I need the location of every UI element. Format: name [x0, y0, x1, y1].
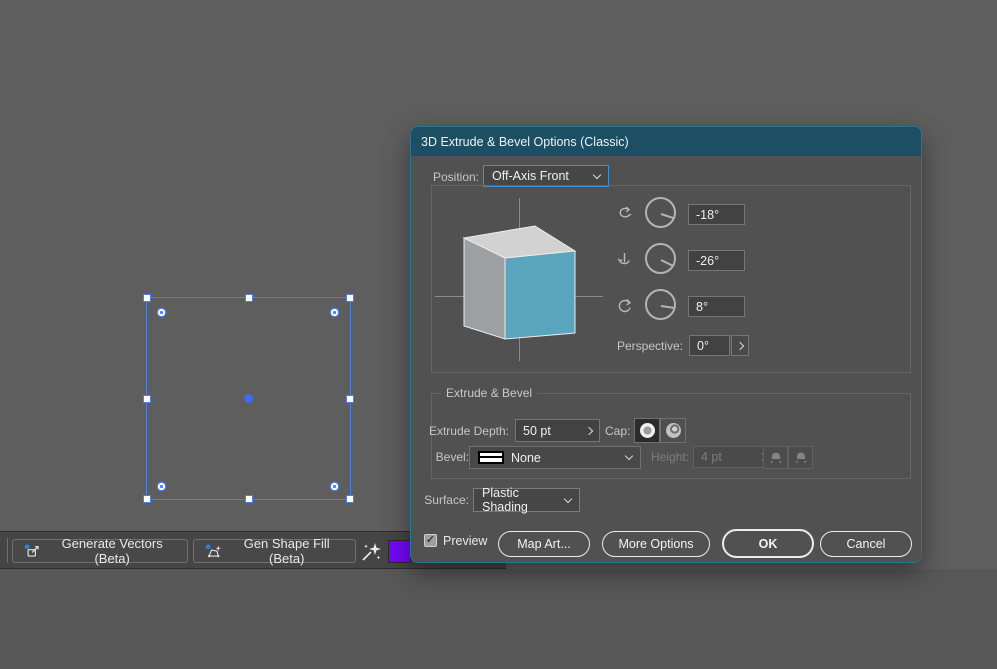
bevel-extent-out-icon: [770, 452, 781, 463]
chevron-down-icon: [624, 451, 634, 461]
rotate-x-input[interactable]: -18°: [688, 204, 745, 225]
preview-checkbox[interactable]: ✓: [424, 534, 437, 547]
perspective-label: Perspective:: [616, 339, 683, 353]
resize-handle-n[interactable]: [244, 294, 253, 302]
chevron-right-icon: [735, 341, 745, 350]
generative-wand-icon[interactable]: [360, 541, 384, 562]
rotate-z-needle: [660, 304, 675, 309]
corner-radius-widget-sw[interactable]: [156, 481, 167, 492]
bevel-extent-out-button-disabled: [763, 446, 788, 469]
resize-handle-e[interactable]: [346, 394, 354, 403]
extrude-bevel-dialog: 3D Extrude & Bevel Options (Classic) Pos…: [410, 126, 922, 563]
bevel-none-swatch: [478, 451, 504, 464]
gen-shape-fill-label: Gen Shape Fill (Beta): [243, 536, 330, 566]
selection-center-point[interactable]: [243, 393, 253, 403]
resize-handle-ne[interactable]: [346, 294, 354, 302]
chevron-down-icon: [592, 170, 602, 179]
cap-solid-icon: [639, 423, 655, 438]
position-label: Position:: [432, 170, 479, 184]
more-options-button[interactable]: More Options: [602, 531, 710, 557]
bevel-select[interactable]: None: [469, 446, 641, 469]
rotate-y-dial[interactable]: [645, 243, 676, 274]
height-label: Height:: [650, 450, 689, 464]
fill-color-swatch[interactable]: [388, 540, 411, 563]
gen-shape-fill-icon: [205, 543, 222, 557]
rotate-z-dial[interactable]: [645, 289, 676, 320]
rotate-y-icon: [617, 253, 630, 265]
rotate-z-input[interactable]: 8°: [688, 296, 745, 317]
extrude-depth-label: Extrude Depth:: [428, 424, 509, 438]
rotate-z-icon: [618, 299, 632, 313]
bevel-label: Bevel:: [435, 450, 469, 464]
surface-value: Plastic Shading: [482, 486, 528, 514]
rotate-y-needle: [660, 258, 674, 267]
ok-button[interactable]: OK: [722, 529, 814, 558]
cap-on-button[interactable]: [634, 418, 660, 443]
cap-label: Cap:: [605, 424, 631, 438]
extrude-bevel-legend: Extrude & Bevel: [441, 386, 538, 400]
track-cube[interactable]: [452, 224, 582, 342]
chevron-right-icon: [584, 426, 594, 435]
rotate-x-dial[interactable]: [645, 197, 676, 228]
resize-handle-se[interactable]: [346, 495, 354, 503]
rotate-y-value: -26°: [696, 253, 720, 268]
bevel-value: None: [511, 450, 541, 465]
perspective-value: 0°: [697, 338, 709, 353]
bevel-selected-option: None: [478, 451, 541, 465]
map-art-button[interactable]: Map Art...: [498, 531, 590, 557]
generate-vectors-label: Generate Vectors (Beta): [61, 536, 163, 566]
extrude-depth-value: 50 pt: [523, 423, 551, 438]
height-input-disabled: 4 pt: [693, 446, 773, 468]
cap-hollow-icon: [665, 423, 681, 438]
rotate-x-icon: [619, 206, 632, 218]
surface-select[interactable]: Plastic Shading: [473, 486, 580, 514]
preview-label: Preview: [443, 534, 488, 548]
resize-handle-w[interactable]: [143, 394, 151, 403]
selection-bounding-box[interactable]: [143, 294, 354, 503]
toolbar-edge-stub: [0, 538, 8, 563]
resize-handle-s[interactable]: [244, 495, 253, 503]
canvas-lower-area: [0, 569, 997, 669]
corner-radius-widget-ne[interactable]: [329, 307, 340, 318]
rotate-y-input[interactable]: -26°: [688, 250, 745, 271]
height-value: 4 pt: [701, 450, 722, 464]
bevel-extent-in-icon: [795, 452, 806, 463]
surface-label: Surface:: [424, 493, 469, 507]
dialog-title: 3D Extrude & Bevel Options (Classic): [421, 134, 629, 149]
gen-shape-fill-button[interactable]: Gen Shape Fill (Beta): [193, 536, 356, 566]
rotate-x-needle: [660, 212, 675, 219]
perspective-input[interactable]: 0°: [689, 335, 730, 356]
extrude-depth-input[interactable]: 50 pt: [515, 419, 600, 442]
application-window: Generate Vectors (Beta) Gen Shape Fill (…: [0, 0, 997, 669]
dialog-titlebar[interactable]: 3D Extrude & Bevel Options (Classic): [411, 127, 921, 156]
position-select[interactable]: Off-Axis Front: [483, 165, 609, 187]
perspective-stepper-button[interactable]: [731, 335, 749, 356]
cap-off-button[interactable]: [660, 418, 686, 443]
generate-vectors-button[interactable]: Generate Vectors (Beta): [12, 536, 188, 566]
rotate-z-value: 8°: [696, 299, 708, 314]
bevel-extent-in-button-disabled: [788, 446, 813, 469]
cube-front-face: [504, 250, 576, 340]
chevron-down-icon: [563, 494, 573, 503]
generate-vectors-icon: [24, 543, 39, 557]
position-value: Off-Axis Front: [492, 169, 569, 183]
resize-handle-nw[interactable]: [143, 294, 151, 302]
corner-radius-widget-se[interactable]: [329, 481, 340, 492]
resize-handle-sw[interactable]: [143, 495, 151, 503]
corner-radius-widget-nw[interactable]: [156, 307, 167, 318]
rotate-x-value: -18°: [696, 207, 720, 222]
cancel-button[interactable]: Cancel: [820, 531, 912, 557]
